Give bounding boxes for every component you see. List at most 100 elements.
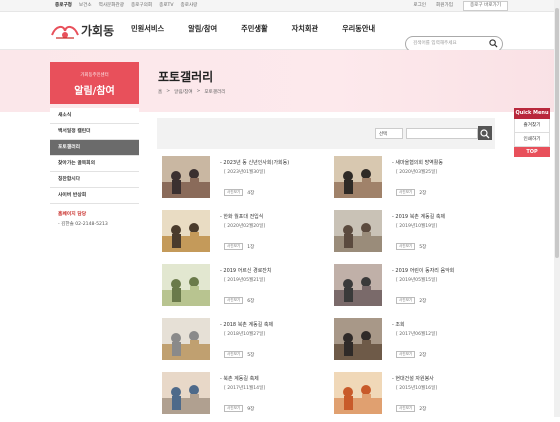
gallery-thumbnail[interactable]	[334, 156, 382, 198]
gallery-thumbnail[interactable]	[334, 264, 382, 306]
family-site-link[interactable]: 종로사랑	[181, 0, 198, 11]
photo-view-badge[interactable]: 사진보기	[396, 243, 416, 250]
gnb-resident-life[interactable]: 주민생활	[241, 24, 267, 34]
photo-view-badge[interactable]: 사진보기	[396, 351, 416, 358]
login-link[interactable]: 로그인	[413, 0, 426, 11]
site-shortcut-select[interactable]: 종로구 바로가기	[462, 1, 508, 11]
contact-title: 홈페이지 담당	[58, 212, 87, 217]
gnb-autonomy-hall[interactable]: 자치회관	[292, 24, 318, 34]
quick-menu-title: Quick Menu	[514, 108, 550, 119]
gallery-item[interactable]: - 2019 북촌 계동길 축제 [ 2019년10월19일] 사진보기 5장	[334, 210, 494, 260]
gallery-item[interactable]: - 2019 어린이 동자리 음악회 [ 2019년05월15일] 사진보기 2장	[334, 264, 494, 314]
gallery-item-title[interactable]: - 한화 월포대 전입식	[220, 213, 263, 220]
family-site-link[interactable]: 종로구의회	[131, 0, 152, 11]
photo-view-badge[interactable]: 사진보기	[224, 351, 244, 358]
print-button[interactable]: 인쇄하기	[514, 133, 550, 147]
sidebar-item[interactable]: 포토갤러리	[50, 140, 139, 156]
gallery-search-button[interactable]	[478, 126, 492, 140]
gallery-thumbnail[interactable]	[162, 210, 210, 252]
photo-view-badge[interactable]: 사진보기	[224, 405, 244, 412]
gallery-thumbnail[interactable]	[334, 210, 382, 252]
gallery-item-date: [ 2017년06월12일]	[396, 332, 438, 337]
sidebar-item[interactable]: 백서일정 캘린더	[50, 124, 139, 140]
gallery-item-meta: 사진보기 1장	[224, 243, 254, 250]
photo-count: 2장	[419, 298, 427, 304]
family-site-link[interactable]: 종로TV	[159, 0, 173, 11]
gallery-item[interactable]: - 새마을협의회 방역활동 [ 2020년03월25일] 사진보기 2장	[334, 156, 494, 206]
join-link[interactable]: 회원가입	[436, 0, 453, 11]
sidebar-item[interactable]: 칭찬합시다	[50, 172, 139, 188]
photo-count: 4장	[247, 190, 255, 196]
photo-view-badge[interactable]: 사진보기	[396, 189, 416, 196]
photo-count: 9장	[247, 406, 255, 412]
gallery-thumbnail[interactable]	[162, 156, 210, 198]
gallery-item[interactable]: - 2023년 동 신년인사회(가회동) [ 2023년01월30일] 사진보기 4장	[162, 156, 322, 206]
breadcrumb: 홈 > 알림/참여 > 포토갤러리	[158, 89, 226, 95]
gallery-item-meta: 사진보기 2장	[396, 189, 426, 196]
search-placeholder: 검색어를 입력해주세요	[413, 41, 457, 46]
gnb-civil-service[interactable]: 민원서비스	[131, 24, 164, 34]
gallery-item[interactable]: - 북촌 계동길 축제 [ 2017년11월14일] 사진보기 9장	[162, 372, 322, 422]
gallery-item[interactable]: - 한화 월포대 전입식 [ 2020년02월20일] 사진보기 1장	[162, 210, 322, 260]
breadcrumb-item[interactable]: 알림/참여	[174, 89, 192, 95]
photo-view-badge[interactable]: 사진보기	[396, 405, 416, 412]
photo-count: 6장	[247, 298, 255, 304]
gallery-item-date: [ 2015년10월16일]	[396, 386, 438, 391]
sidebar-title-box: 가회동주민센터 알림/참여	[50, 62, 139, 104]
gallery-item-title[interactable]: - 2019 어르신 경로잔치	[220, 267, 272, 274]
gallery-item-date: [ 2019년05월15일]	[396, 278, 438, 283]
site-logo[interactable]: 가회동	[50, 20, 120, 42]
breadcrumb-item[interactable]: 포토갤러리	[204, 89, 225, 95]
gallery-filter-bar: 선택	[157, 118, 495, 149]
photo-count: 5장	[419, 244, 427, 250]
gallery-item-title[interactable]: - 조회	[392, 321, 405, 328]
sidebar-item[interactable]: 찾아가는 골목회의	[50, 156, 139, 172]
gallery-thumbnail[interactable]	[334, 372, 382, 414]
photo-count: 2장	[419, 406, 427, 412]
sidebar-item[interactable]: 새소식	[50, 108, 139, 124]
family-site-link[interactable]: 역사문화관광	[99, 0, 124, 11]
gallery-item-title[interactable]: - 북촌 계동길 축제	[220, 375, 259, 382]
photo-view-badge[interactable]: 사진보기	[224, 189, 244, 196]
gallery-item-date: [ 2019년05월21일]	[224, 278, 266, 283]
gallery-thumbnail[interactable]	[162, 372, 210, 414]
sidebar-item[interactable]: 사이버 반상회	[50, 188, 139, 204]
gallery-item-meta: 사진보기 2장	[396, 351, 426, 358]
gallery-item-title[interactable]: - 2019 북촌 계동길 축제	[392, 213, 445, 220]
scrollbar-thumb[interactable]	[555, 8, 559, 258]
search-icon[interactable]	[489, 39, 498, 48]
gnb-dong-guide[interactable]: 우리동안내	[342, 24, 375, 34]
breadcrumb-separator: >	[196, 89, 201, 94]
photo-count: 1장	[247, 244, 255, 250]
gnb-notice-participation[interactable]: 알림/참여	[188, 24, 217, 34]
gallery-search-input[interactable]	[406, 128, 478, 139]
gallery-item-title[interactable]: - 2018 북촌 계동길 축제	[220, 321, 273, 328]
photo-view-badge[interactable]: 사진보기	[224, 243, 244, 250]
gallery-thumbnail[interactable]	[162, 318, 210, 360]
photo-count: 5장	[247, 352, 255, 358]
gallery-item[interactable]: - 2019 어르신 경로잔치 [ 2019년05월21일] 사진보기 6장	[162, 264, 322, 314]
gallery-item-title[interactable]: - 2023년 동 신년인사회(가회동)	[220, 159, 289, 166]
gallery-item-title[interactable]: - 새마을협의회 방역활동	[392, 159, 443, 166]
gallery-item-title[interactable]: - 2019 어린이 동자리 음악회	[392, 267, 454, 274]
photo-count: 2장	[419, 352, 427, 358]
page-scrollbar[interactable]	[554, 0, 560, 417]
bookmark-button[interactable]: 즐겨찾기	[514, 119, 550, 133]
gallery-item[interactable]: - 2018 북촌 계동길 축제 [ 2018년10월27일] 사진보기 5장	[162, 318, 322, 368]
gallery-item-meta: 사진보기 6장	[224, 297, 254, 304]
family-site-link[interactable]: 종로구청	[55, 0, 72, 11]
gallery-item[interactable]: - 현대건설 자원봉사 [ 2015년10월16일] 사진보기 2장	[334, 372, 494, 422]
gallery-item-title[interactable]: - 현대건설 자원봉사	[392, 375, 434, 382]
scroll-top-button[interactable]: TOP	[514, 147, 550, 157]
gallery-item-meta: 사진보기 5장	[224, 351, 254, 358]
family-site-link[interactable]: 보건소	[79, 0, 92, 11]
photo-view-badge[interactable]: 사진보기	[224, 297, 244, 304]
breadcrumb-item[interactable]: 홈	[158, 89, 162, 95]
search-type-select[interactable]: 선택	[375, 128, 403, 139]
gallery-item-meta: 사진보기 9장	[224, 405, 254, 412]
photo-view-badge[interactable]: 사진보기	[396, 297, 416, 304]
jongno-logo-icon	[51, 25, 79, 39]
gallery-item[interactable]: - 조회 [ 2017년06월12일] 사진보기 2장	[334, 318, 494, 368]
gallery-thumbnail[interactable]	[334, 318, 382, 360]
gallery-thumbnail[interactable]	[162, 264, 210, 306]
